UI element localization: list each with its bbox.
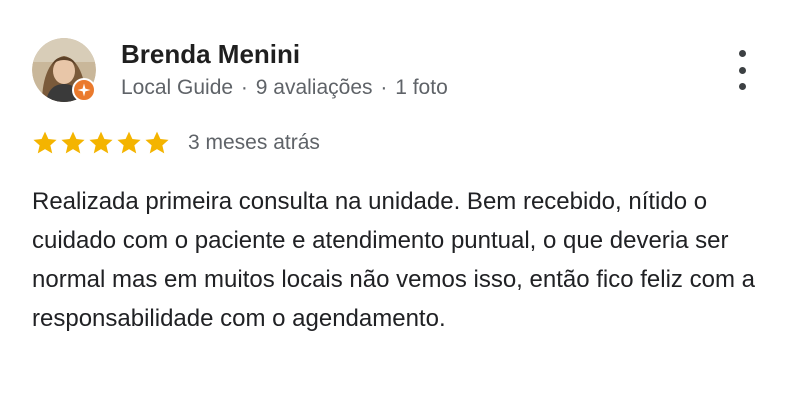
star-icon	[33, 131, 57, 154]
more-vertical-icon	[738, 50, 746, 57]
more-options-button[interactable]	[728, 50, 756, 90]
more-vertical-icon	[738, 66, 746, 74]
star-rating	[31, 129, 171, 157]
author-name[interactable]: Brenda Menini	[121, 38, 300, 70]
review-text: Realizada primeira consulta na unidade. …	[32, 188, 755, 332]
star-icon	[117, 131, 141, 154]
local-guide-badge-icon	[72, 78, 96, 102]
review-date: 3 meses atrás	[188, 131, 320, 154]
star-icon	[61, 131, 85, 154]
author-photos-count: 1 foto	[395, 76, 448, 99]
author-reviews-count: 9 avaliações	[255, 76, 373, 99]
meta-separator: ·	[380, 76, 388, 99]
author-level: Local Guide	[121, 76, 234, 99]
meta-separator: ·	[240, 76, 248, 99]
star-icon	[89, 131, 113, 154]
author-meta: Local Guide · 9 avaliações · 1 foto	[121, 75, 448, 101]
rating-row: 3 meses atrás	[31, 128, 320, 158]
star-badge-icon	[77, 83, 91, 97]
review-card: Brenda Menini Local Guide · 9 avaliações…	[0, 0, 800, 414]
star-icon	[145, 131, 169, 154]
more-vertical-icon	[738, 83, 746, 90]
author-avatar-wrap[interactable]	[32, 38, 96, 102]
